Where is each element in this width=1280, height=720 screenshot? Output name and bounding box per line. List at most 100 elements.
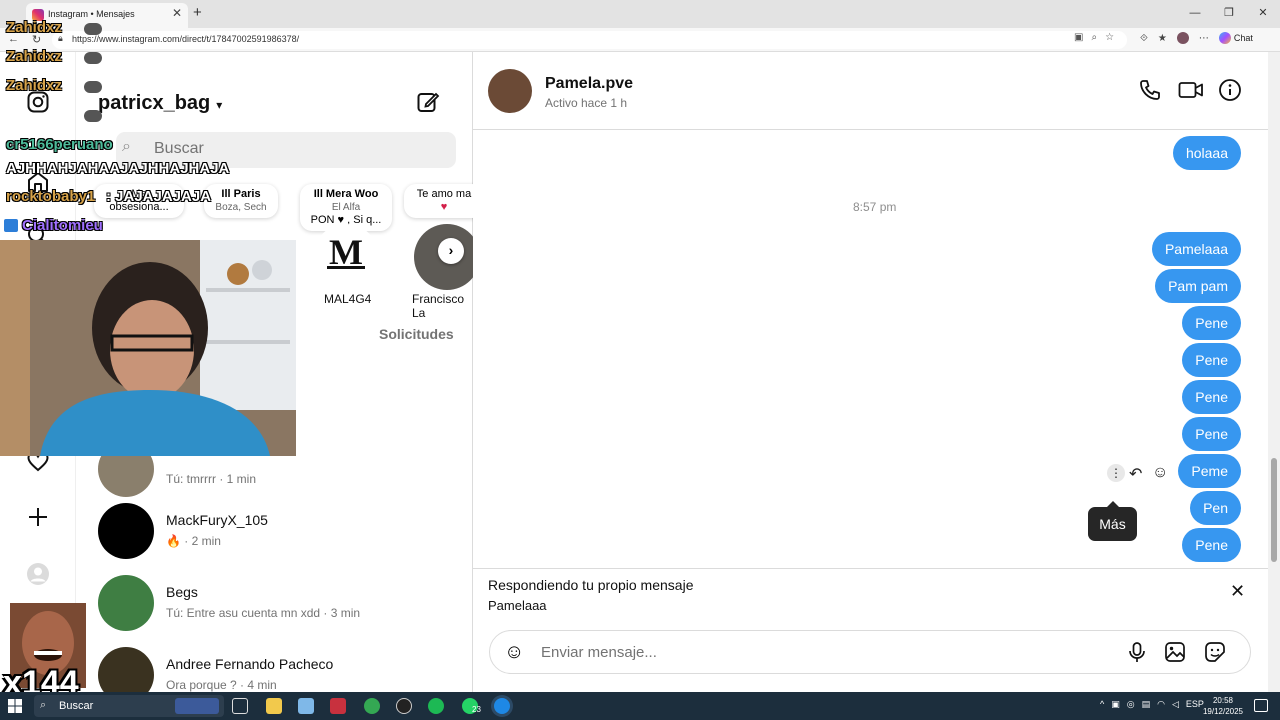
story-avatar[interactable]: M (313, 224, 379, 290)
note-heart: ♥ (440, 201, 448, 213)
wifi-icon[interactable]: ◠ (1157, 699, 1165, 710)
overlay-chat-user: cr5166peruano (6, 136, 113, 153)
avatar (98, 503, 154, 559)
stories-next-arrow-icon[interactable]: › (438, 238, 464, 264)
audio-call-icon[interactable] (1138, 78, 1164, 104)
conversation-name: Begs (166, 584, 198, 600)
notepad-icon[interactable] (298, 698, 314, 714)
note-text: Te amo ma (416, 188, 472, 200)
spotify-icon[interactable] (428, 698, 444, 714)
close-window-button[interactable]: ✕ (1246, 0, 1280, 28)
chrome-icon[interactable] (364, 698, 380, 714)
chat-scrollbar[interactable] (1268, 52, 1280, 692)
overlay-badge-icon (4, 219, 18, 232)
scrollbar-thumb[interactable] (1271, 458, 1277, 562)
message-bubble[interactable]: Pene (1182, 380, 1241, 414)
emoji-picker-icon[interactable]: ☺ (504, 641, 524, 664)
task-view-icon[interactable] (232, 698, 248, 714)
account-switcher[interactable]: patricx_bag ▾ (98, 92, 222, 115)
app-icon[interactable] (330, 698, 346, 714)
tray-app-icon[interactable]: ◎ (1127, 699, 1135, 710)
file-explorer-icon[interactable] (266, 698, 282, 714)
sticker-icon[interactable] (1204, 641, 1226, 663)
more-options-icon[interactable]: ⋮ (1107, 464, 1125, 482)
new-tab-button[interactable]: + (193, 4, 202, 21)
profile-avatar[interactable] (1176, 32, 1189, 44)
chat-label: Chat (1233, 33, 1253, 43)
overlay-emote (84, 52, 102, 64)
url-actions: ▣ ⌕ ☆ (1074, 32, 1114, 43)
message-bubble[interactable]: Peme (1178, 454, 1241, 488)
conversation-item[interactable]: Begs Tú: Entre asu cuenta mn xdd · 3 min (98, 575, 458, 631)
tab-title: Instagram • Mensajes (48, 9, 135, 19)
note-subtext: El Alfa (331, 202, 361, 213)
compose-message-icon[interactable] (416, 90, 440, 121)
copilot-icon (1218, 32, 1231, 44)
avatar (98, 575, 154, 631)
edge-icon[interactable] (494, 698, 510, 714)
message-bubble[interactable]: Pen (1190, 491, 1241, 525)
minimize-button[interactable]: — (1178, 0, 1212, 28)
more-icon[interactable]: ⋯ (1199, 33, 1209, 44)
zoom-icon[interactable]: ⌕ (1091, 32, 1097, 43)
tray-app-icon[interactable]: ▤ (1142, 699, 1151, 710)
taskbar-clock[interactable]: 20:58 19/12/2025 (1198, 695, 1248, 717)
message-bubble[interactable]: Pene (1182, 306, 1241, 340)
conversation-info-icon[interactable] (1218, 78, 1244, 104)
tab-close-icon[interactable]: ✕ (172, 6, 182, 20)
overlay-chat-user: Zahidxz (6, 77, 62, 94)
create-plus-icon[interactable] (26, 505, 50, 529)
react-emoji-icon[interactable]: ☺ (1152, 464, 1168, 482)
message-bubble[interactable]: Pene (1182, 343, 1241, 377)
conversation-name: MackFuryX_105 (166, 512, 268, 528)
requests-link[interactable]: Solicitudes (379, 326, 454, 342)
search-highlight-icon[interactable] (175, 698, 219, 714)
message-bubble[interactable]: Pam pam (1155, 269, 1241, 303)
overlay-chat-user: Zahidxz (6, 48, 62, 65)
microphone-icon[interactable] (1126, 641, 1148, 663)
reply-title: Respondiendo tu propio mensaje (488, 577, 694, 593)
browser-tab-bar: Instagram • Mensajes ✕ + — ❐ ✕ (0, 0, 1280, 28)
cancel-reply-close-icon[interactable]: ✕ (1230, 581, 1245, 602)
favorites-icon[interactable]: ★ (1158, 33, 1167, 44)
overlay-chat-text: AJHHAHJAHAAJAJHHAJHAJA (6, 160, 230, 177)
message-bubble[interactable]: Pene (1182, 417, 1241, 451)
message-bubble[interactable]: Pamelaaa (1151, 232, 1241, 266)
windows-start-icon[interactable] (8, 699, 22, 713)
image-upload-icon[interactable] (1164, 641, 1186, 663)
whatsapp-badge: 23 (472, 705, 481, 714)
account-username: patricx_bag (98, 92, 211, 114)
notification-center-icon[interactable] (1254, 699, 1268, 712)
chat-contact-status: Activo hace 1 h (545, 96, 628, 110)
message-bubble[interactable]: Pene (1182, 528, 1241, 562)
reply-icon[interactable]: ↶ (1129, 464, 1142, 484)
note-text: Ill Mera Woo (313, 188, 379, 200)
conversation-name: Andree Fernando Pacheco (166, 656, 334, 672)
volume-icon[interactable]: ◁ (1172, 699, 1179, 710)
note-bubble[interactable]: Ill Paris Boza, Sech (204, 184, 278, 218)
extensions-icon[interactable]: ⟐ (1140, 33, 1148, 44)
tray-app-icon[interactable]: ▣ (1111, 699, 1120, 710)
reader-icon[interactable]: ▣ (1074, 32, 1083, 43)
reply-preview: Respondiendo tu propio mensaje Pamelaaa … (473, 568, 1268, 618)
conversation-item[interactable]: MackFuryX_105 🔥 · 2 min (98, 503, 458, 559)
message-bubble[interactable]: holaaa (1172, 136, 1241, 170)
copilot-chat-button[interactable]: Chat (1218, 32, 1253, 44)
profile-icon[interactable] (26, 562, 50, 586)
message-input[interactable]: ☺ Enviar mensaje... (489, 630, 1251, 674)
conversation-meta: Tú: Entre asu cuenta mn xdd · 3 min (166, 606, 361, 620)
favorite-star-icon[interactable]: ☆ (1105, 32, 1114, 43)
story-name: Francisco La (412, 292, 465, 320)
search-placeholder: Buscar (154, 140, 204, 157)
video-call-icon[interactable] (1178, 78, 1204, 104)
conversation-meta: Ora porque ? · 4 min (166, 678, 277, 692)
tray-arrow-icon[interactable]: ^ (1100, 699, 1104, 710)
obs-icon[interactable] (396, 698, 412, 714)
webcam-overlay (0, 240, 296, 456)
message-timestamp: 8:57 pm (853, 200, 897, 214)
url-field[interactable]: 🔒︎ https://www.instagram.com/direct/t/17… (52, 31, 1127, 49)
maximize-button[interactable]: ❐ (1212, 0, 1246, 28)
avatar[interactable] (488, 69, 532, 113)
chat-contact-name[interactable]: Pamela.pve (545, 75, 633, 93)
note-bubble[interactable]: Te amo ma ♥ (404, 184, 484, 218)
